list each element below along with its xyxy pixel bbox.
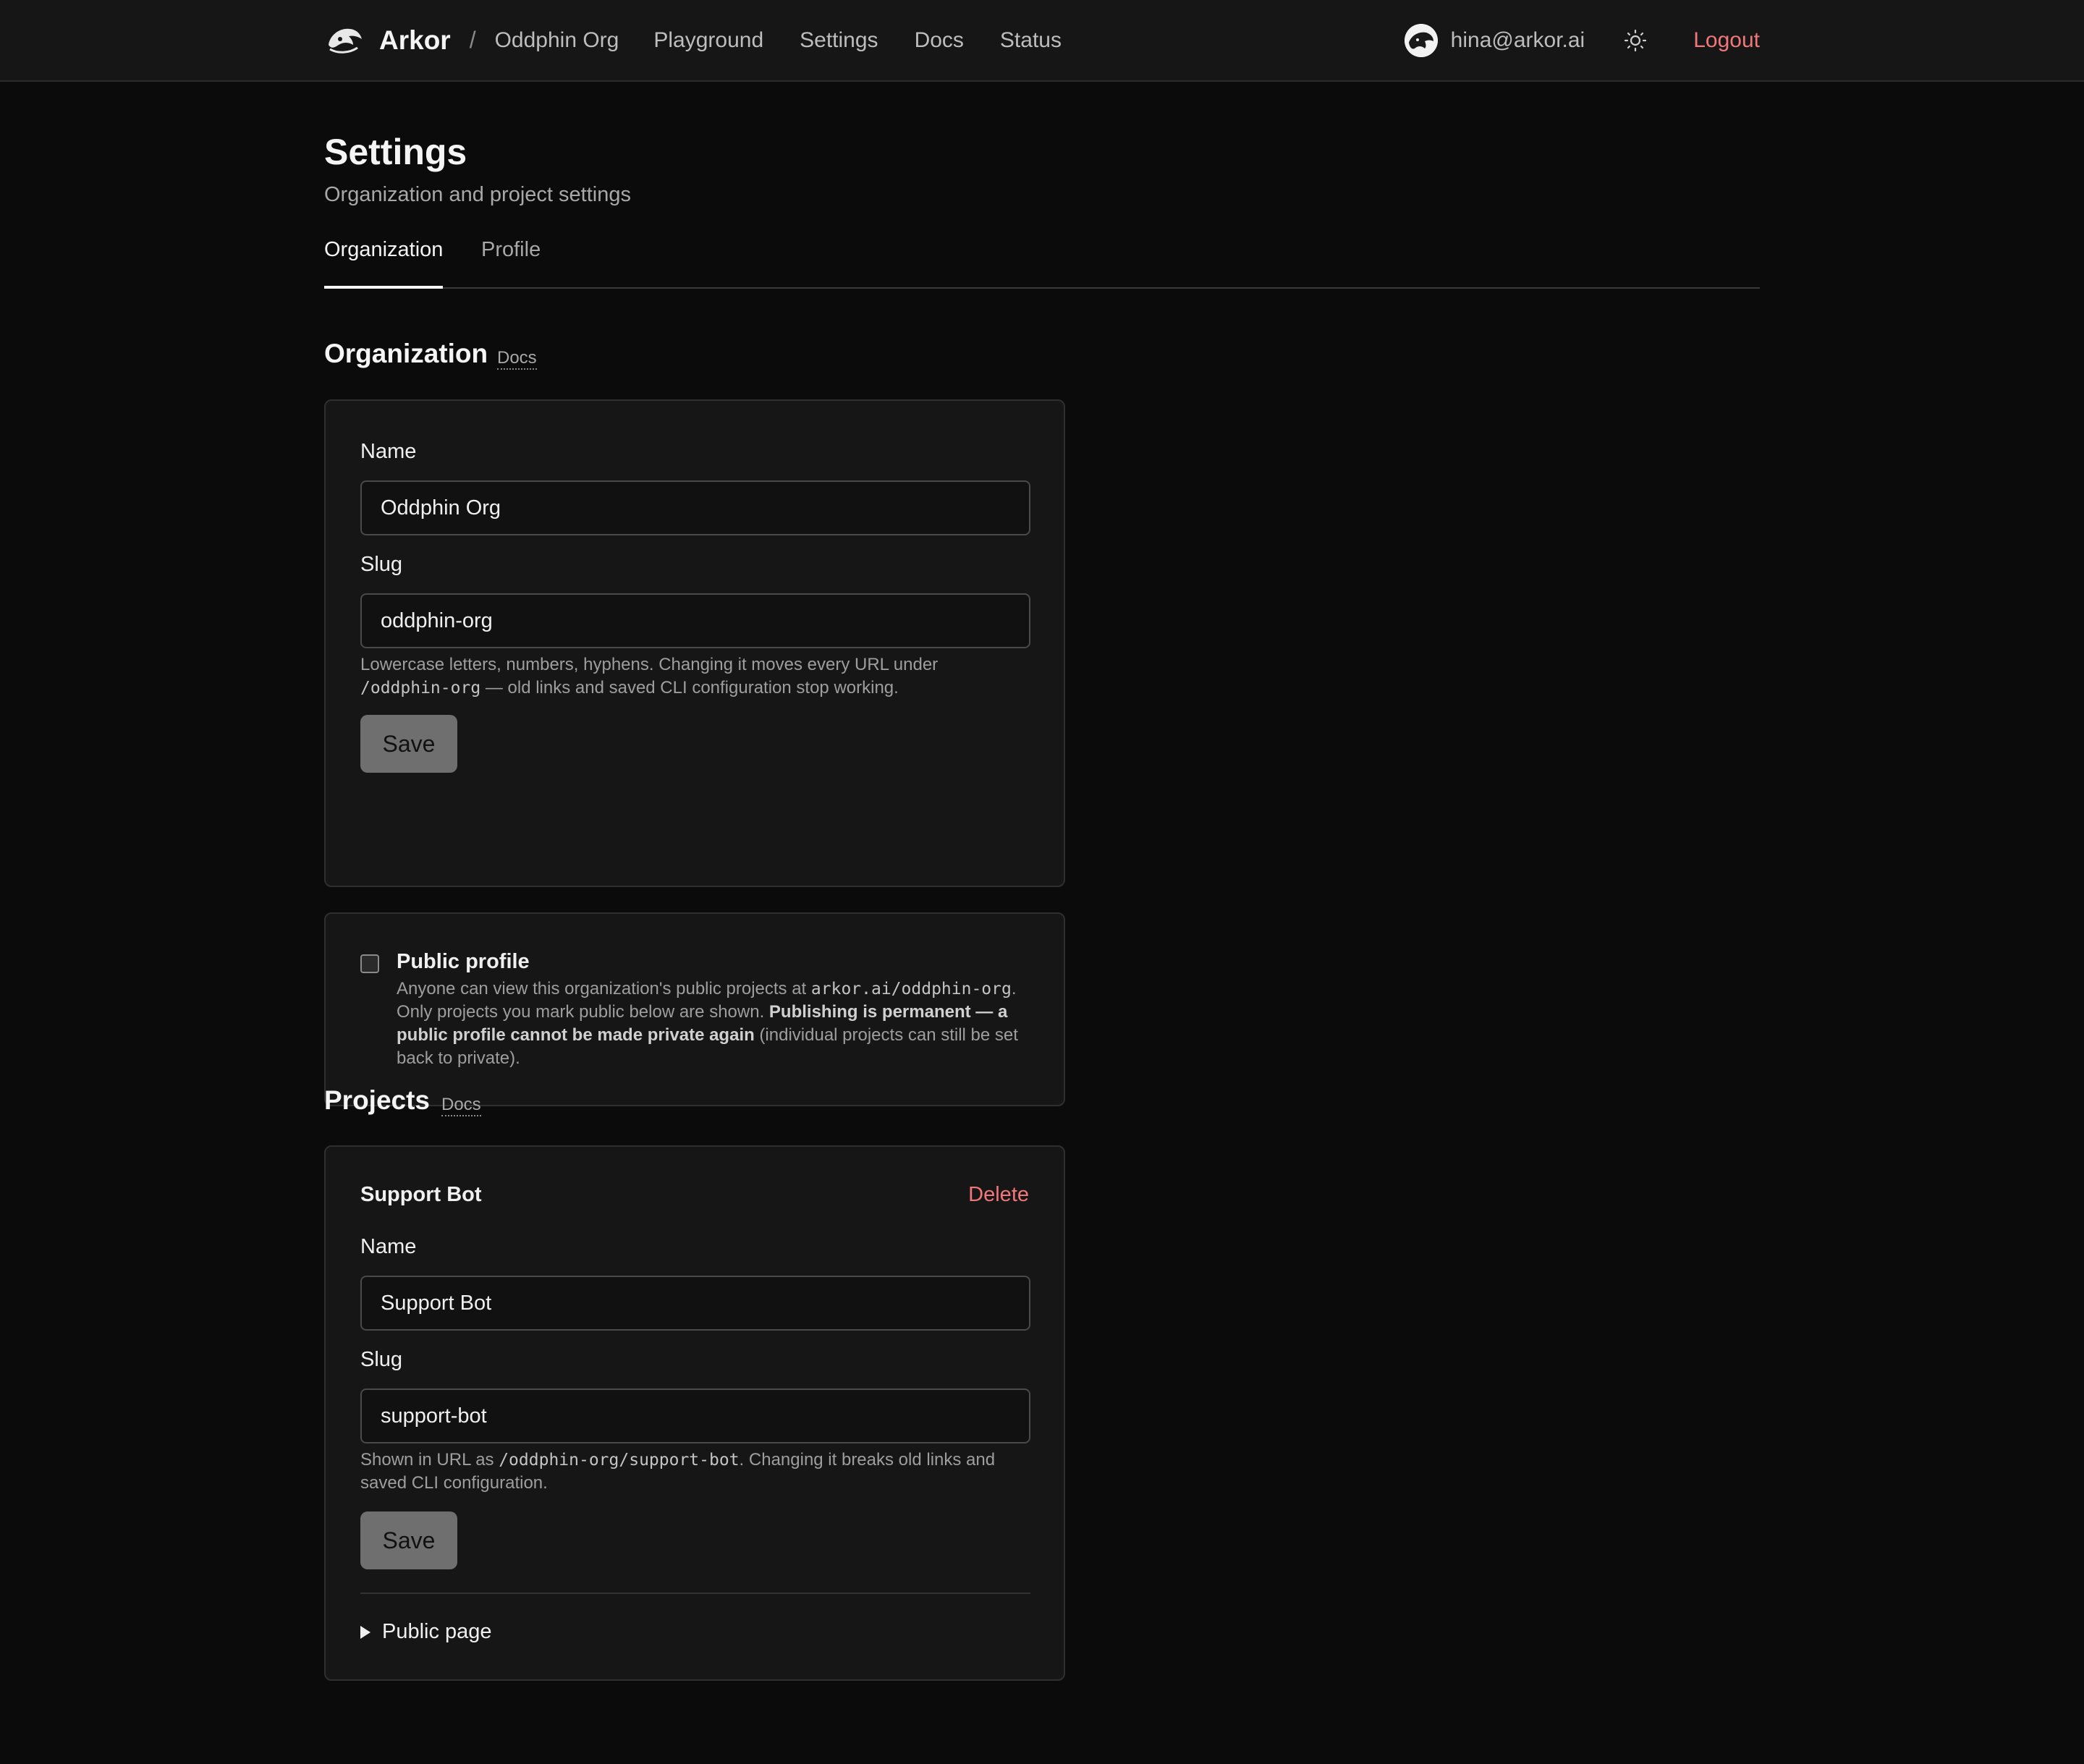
projects-docs-link[interactable]: Docs — [441, 1095, 481, 1116]
public-page-label: Public page — [382, 1620, 492, 1643]
org-save-button[interactable]: Save — [360, 715, 457, 773]
theme-toggle-sun-icon[interactable] — [1621, 26, 1650, 55]
nav-playground[interactable]: Playground — [653, 28, 763, 53]
project-name-input[interactable]: Support Bot — [360, 1276, 1030, 1331]
public-profile-description: Anyone can view this organization's publ… — [397, 979, 1018, 1068]
organization-card: Name Oddphin Org Slug oddphin-org Lowerc… — [324, 399, 1065, 887]
project-divider — [360, 1593, 1030, 1594]
avatar[interactable] — [1404, 23, 1438, 57]
project-slug-input[interactable]: support-bot — [360, 1388, 1030, 1443]
project-slug-label: Slug — [360, 1348, 403, 1371]
org-name-label: Name — [360, 440, 417, 463]
project-slug-hint: Shown in URL as /oddphin-org/support-bot… — [360, 1450, 996, 1493]
public-profile-checkbox[interactable] — [360, 954, 379, 973]
breadcrumb-separator: / — [469, 27, 476, 53]
user-email[interactable]: hina@arkor.ai — [1451, 28, 1585, 53]
breadcrumb-org[interactable]: Oddphin Org — [495, 28, 619, 53]
projects-section-title: Projects — [324, 1085, 431, 1115]
public-profile-title[interactable]: Public profile — [397, 950, 530, 974]
org-slug-label: Slug — [360, 553, 403, 576]
disclosure-triangle-icon — [360, 1625, 370, 1639]
top-nav: Arkor / Oddphin Org Playground Settings … — [0, 0, 2084, 82]
settings-tabs: Organization Profile — [324, 238, 1760, 289]
arkor-logo-icon[interactable] — [324, 20, 365, 61]
project-delete-button[interactable]: Delete — [968, 1183, 1029, 1207]
project-save-button[interactable]: Save — [360, 1511, 457, 1569]
public-profile-card: Public profile Anyone can view this orga… — [324, 912, 1065, 1106]
page-title: Settings — [324, 132, 467, 172]
nav-docs[interactable]: Docs — [915, 28, 964, 53]
tab-organization[interactable]: Organization — [324, 238, 444, 289]
project-card: Support Bot Delete Name Support Bot Slug… — [324, 1145, 1065, 1681]
project-name-label: Name — [360, 1235, 417, 1258]
organization-section-title: Organization — [324, 339, 488, 368]
page-subtitle: Organization and project settings — [324, 183, 631, 206]
org-slug-hint-path: /oddphin-org — [360, 679, 481, 697]
nav-status[interactable]: Status — [1000, 28, 1062, 53]
nav-settings[interactable]: Settings — [800, 28, 878, 53]
org-name-input[interactable]: Oddphin Org — [360, 480, 1030, 535]
organization-docs-link[interactable]: Docs — [497, 348, 537, 370]
org-slug-hint: Lowercase letters, numbers, hyphens. Cha… — [360, 655, 939, 697]
project-title: Support Bot — [360, 1183, 482, 1206]
public-page-disclosure[interactable]: Public page — [360, 1620, 492, 1644]
logout-link[interactable]: Logout — [1693, 28, 1760, 53]
tab-profile[interactable]: Profile — [481, 238, 541, 289]
brand-name[interactable]: Arkor — [379, 25, 451, 56]
org-slug-input[interactable]: oddphin-org — [360, 593, 1030, 648]
